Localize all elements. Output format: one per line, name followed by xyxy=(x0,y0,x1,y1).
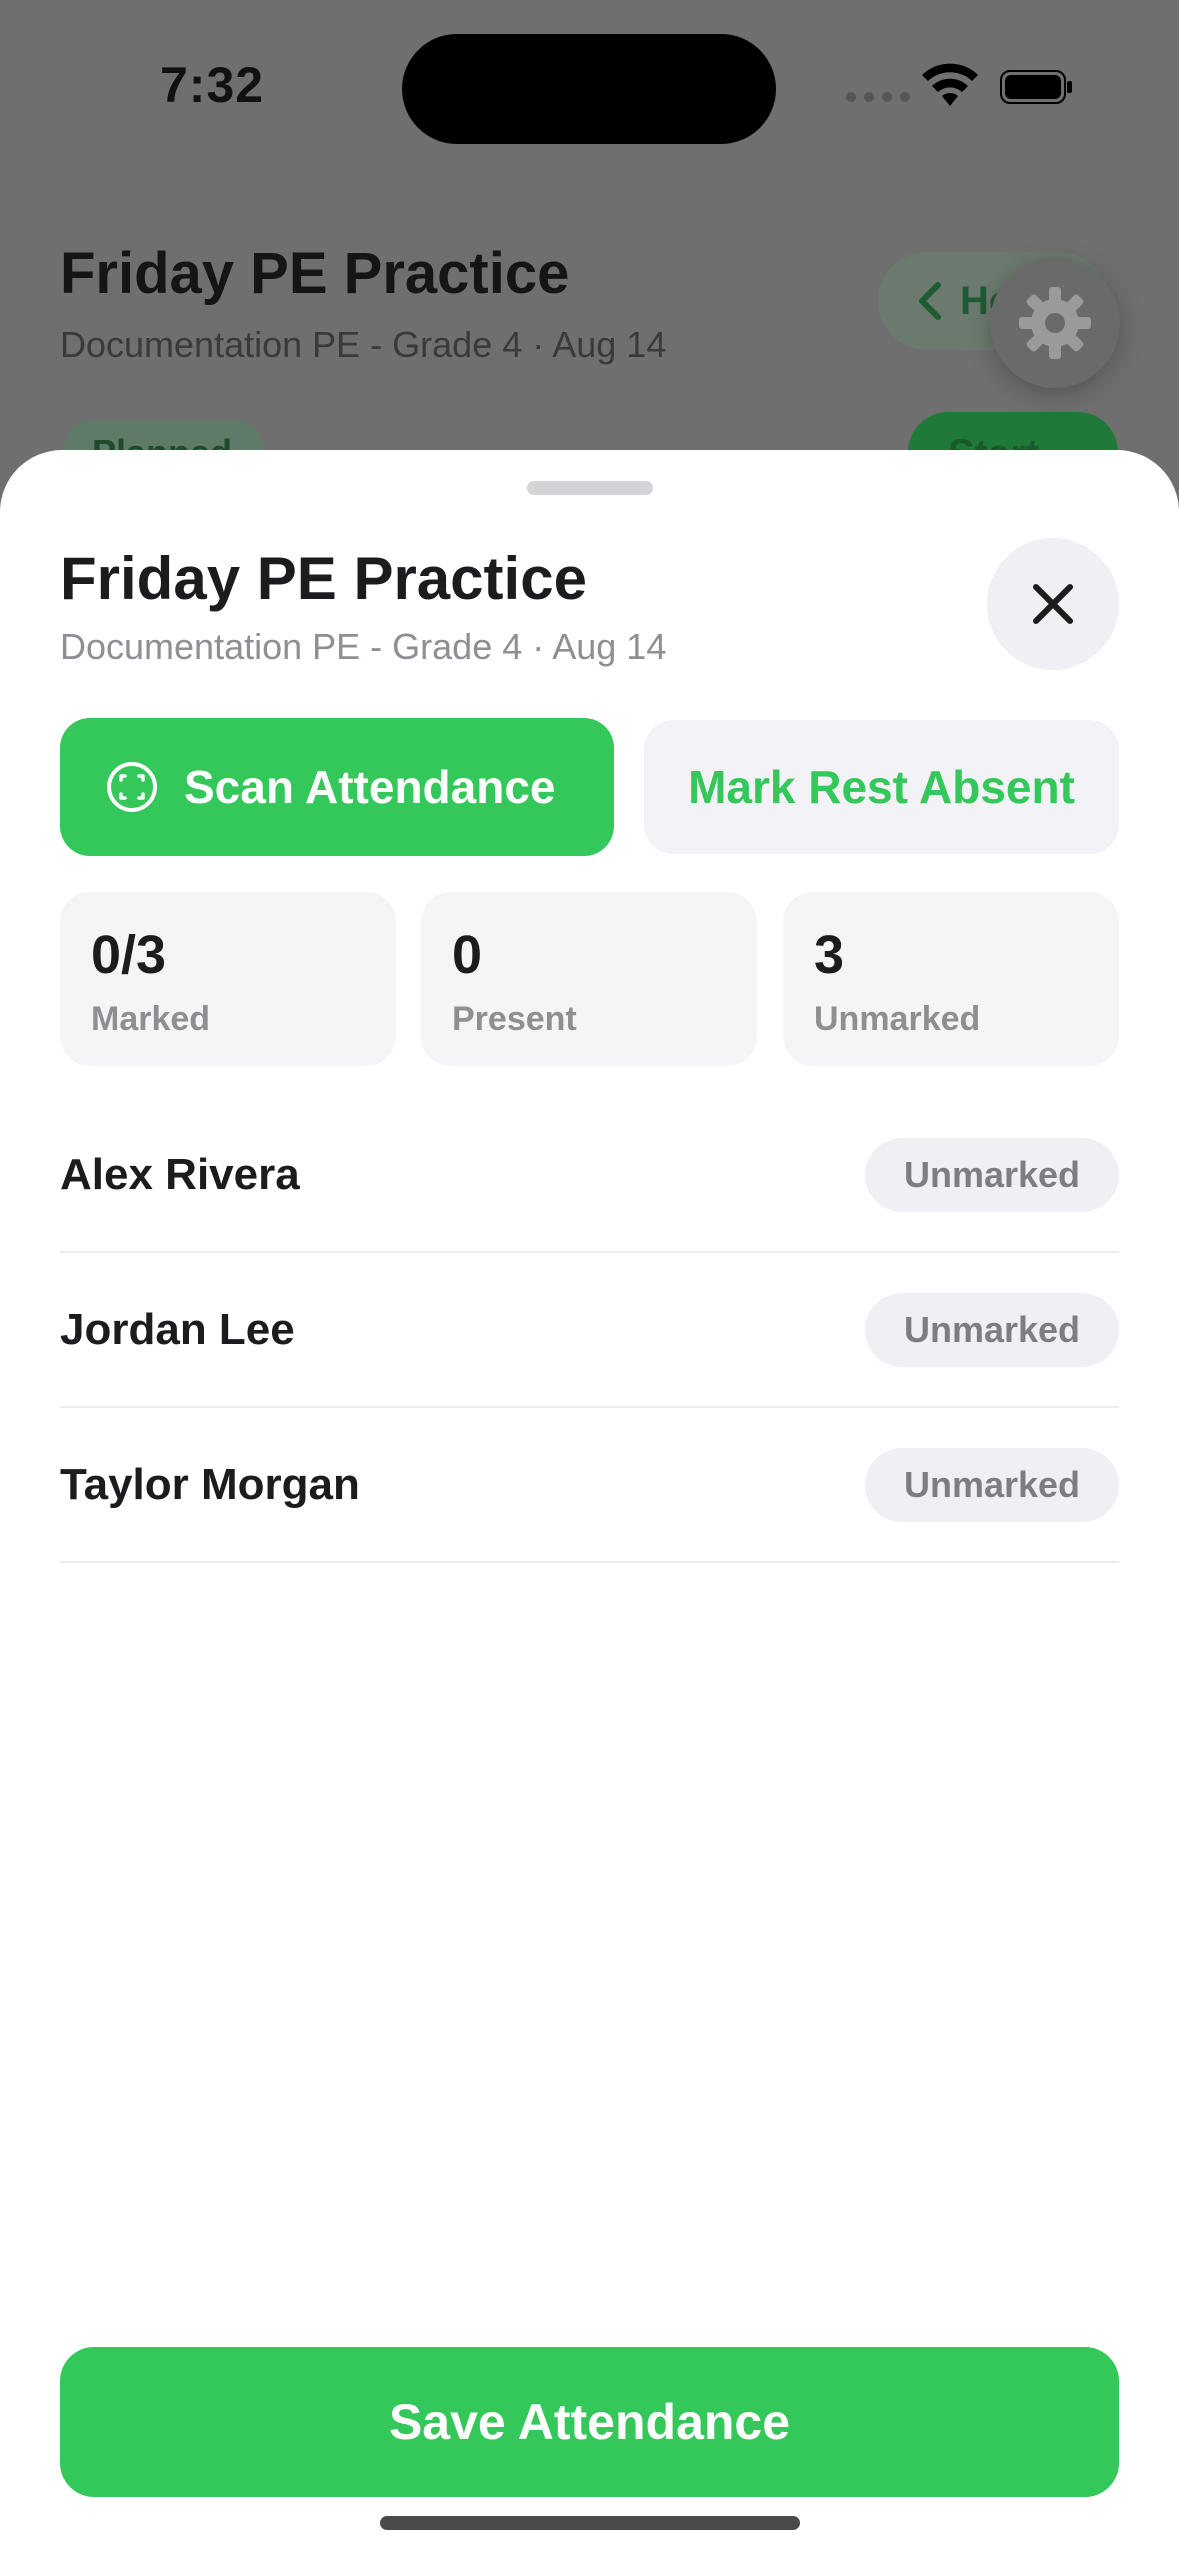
scan-attendance-label: Scan Attendance xyxy=(184,761,556,813)
sheet-grabber[interactable] xyxy=(527,481,653,495)
mark-rest-absent-label: Mark Rest Absent xyxy=(688,761,1075,813)
student-name: Jordan Lee xyxy=(60,1304,295,1354)
stat-card-unmarked: 3 Unmarked xyxy=(783,892,1119,1066)
wifi-icon xyxy=(922,63,978,106)
sheet-title: Friday PE Practice xyxy=(60,545,587,612)
attendance-status-badge[interactable]: Unmarked xyxy=(865,1447,1119,1522)
student-row[interactable]: Jordan Lee Unmarked xyxy=(60,1253,1119,1408)
stat-label: Present xyxy=(452,1000,577,1038)
background-page-title: Friday PE Practice xyxy=(60,241,570,306)
stat-value: 3 xyxy=(814,925,845,985)
sheet-subtitle: Documentation PE - Grade 4 · Aug 14 xyxy=(60,626,667,667)
student-row[interactable]: Taylor Morgan Unmarked xyxy=(60,1408,1119,1563)
settings-button xyxy=(990,258,1120,388)
stat-label: Marked xyxy=(91,1000,211,1038)
student-name: Taylor Morgan xyxy=(60,1459,360,1509)
chevron-left-icon xyxy=(919,282,941,320)
stat-label: Unmarked xyxy=(814,1000,981,1038)
mark-rest-absent-button[interactable]: Mark Rest Absent xyxy=(644,720,1119,854)
stat-card-marked: 0/3 Marked xyxy=(60,892,396,1066)
save-attendance-button[interactable]: Save Attendance xyxy=(60,2347,1119,2497)
scan-attendance-button[interactable]: Scan Attendance xyxy=(60,718,614,856)
close-icon xyxy=(1033,584,1073,624)
battery-icon xyxy=(1000,70,1072,104)
stat-value: 0 xyxy=(452,925,483,985)
status-time: 7:32 xyxy=(160,57,265,113)
save-attendance-label: Save Attendance xyxy=(388,2394,791,2450)
gear-icon xyxy=(1019,287,1091,359)
stat-value: 0/3 xyxy=(91,925,167,985)
stat-card-present: 0 Present xyxy=(421,892,757,1066)
home-indicator[interactable] xyxy=(380,2516,800,2530)
attendance-status-badge[interactable]: Unmarked xyxy=(865,1292,1119,1367)
dynamic-island xyxy=(402,34,776,144)
scan-face-icon xyxy=(107,762,157,812)
attendance-status-badge[interactable]: Unmarked xyxy=(865,1137,1119,1212)
student-name: Alex Rivera xyxy=(60,1149,300,1199)
student-row[interactable]: Alex Rivera Unmarked xyxy=(60,1098,1119,1253)
close-button[interactable] xyxy=(987,538,1119,670)
background-page-subtitle: Documentation PE - Grade 4 · Aug 14 xyxy=(60,324,667,365)
cellular-signal-icon xyxy=(846,92,910,102)
